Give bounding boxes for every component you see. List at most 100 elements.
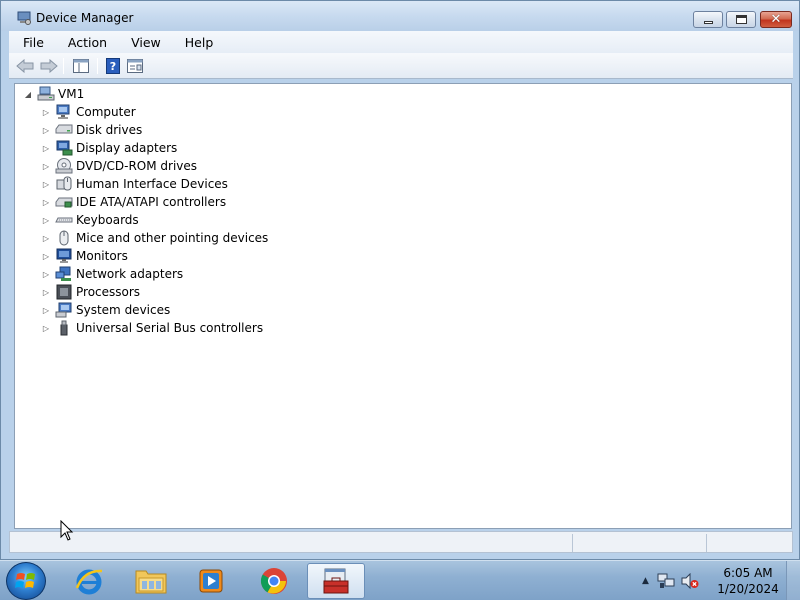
close-icon: ✕ (770, 12, 782, 27)
menu-view[interactable]: View (123, 35, 169, 50)
computer-root-icon (37, 86, 55, 102)
expand-icon[interactable]: ▷ (41, 126, 51, 135)
tree-item-system-devices[interactable]: ▷ System devices (41, 301, 170, 319)
maximize-button[interactable] (726, 11, 756, 28)
show-desktop-button[interactable] (786, 561, 800, 600)
taskbar-file-explorer[interactable] (122, 563, 180, 599)
expand-icon[interactable]: ▷ (41, 180, 51, 189)
taskbar: ▲ 6:05 AM 1/20/2024 (0, 560, 800, 600)
tree-item-processors[interactable]: ▷ Processors (41, 283, 140, 301)
tree-item-ide-ata-atapi-controllers[interactable]: ▷ IDE ATA/ATAPI controllers (41, 193, 226, 211)
hid-icon (55, 176, 73, 192)
tree-item-label: Mice and other pointing devices (76, 231, 269, 245)
expand-icon[interactable]: ▷ (41, 234, 51, 243)
tree-item-monitors[interactable]: ▷ Monitors (41, 247, 128, 265)
taskbar-clock[interactable]: 6:05 AM 1/20/2024 (715, 565, 781, 597)
disk-drive-icon (55, 122, 73, 138)
properties-button[interactable] (125, 57, 145, 75)
forward-button[interactable] (39, 57, 59, 75)
tree-item-label: Human Interface Devices (76, 177, 228, 191)
internet-explorer-icon (75, 569, 103, 595)
expand-icon[interactable]: ▷ (41, 198, 51, 207)
tree-item-disk-drives[interactable]: ▷ Disk drives (41, 121, 142, 139)
media-player-icon (199, 569, 223, 593)
back-arrow-icon (16, 59, 34, 73)
system-devices-icon (55, 302, 73, 318)
show-hidden-icons-icon[interactable]: ▲ (642, 576, 649, 586)
tree-item-label: IDE ATA/ATAPI controllers (76, 195, 227, 209)
monitor-icon (55, 248, 73, 264)
status-bar (9, 531, 793, 553)
tree-item-label: Network adapters (76, 267, 184, 281)
expand-icon[interactable]: ▷ (41, 216, 51, 225)
taskbar-device-manager[interactable] (307, 563, 365, 599)
back-button[interactable] (15, 57, 35, 75)
usb-icon (55, 320, 73, 336)
tree-item-label: System devices (76, 303, 171, 317)
computer-icon (55, 104, 73, 120)
help-icon: ? (106, 58, 120, 74)
expand-icon[interactable]: ▷ (41, 270, 51, 279)
clock-date: 1/20/2024 (717, 582, 779, 596)
minimize-icon (703, 21, 713, 24)
tree-item-label: Disk drives (76, 123, 143, 137)
properties-icon (127, 59, 143, 73)
expand-icon[interactable]: ▷ (41, 324, 51, 333)
taskbar-internet-explorer[interactable] (60, 563, 118, 599)
show-hide-console-tree-icon (73, 59, 89, 73)
menu-bar: File Action View Help (9, 31, 793, 53)
network-adapter-icon (55, 266, 73, 282)
expand-icon[interactable]: ▷ (41, 144, 51, 153)
taskbar-media-player[interactable] (182, 563, 240, 599)
tree-item-mice-and-other-pointing-devices[interactable]: ▷ Mice and other pointing devices (41, 229, 268, 247)
windows-logo-icon (15, 573, 35, 588)
dvd-drive-icon (55, 158, 73, 174)
toolbar: ? (9, 53, 793, 79)
device-manager-icon (17, 11, 31, 25)
tree-item-network-adapters[interactable]: ▷ Network adapters (41, 265, 183, 283)
expand-icon[interactable]: ▷ (41, 162, 51, 171)
tree-item-universal-serial-bus-controllers[interactable]: ▷ Universal Serial Bus controllers (41, 319, 263, 337)
menu-help[interactable]: Help (177, 35, 222, 50)
mouse-cursor-icon (60, 520, 74, 541)
device-tree-panel[interactable]: ◢ VM1 ▷ Computer ▷ Disk drives ▷ Display… (14, 83, 792, 529)
toolbar-separator (63, 58, 64, 74)
display-adapter-icon (55, 140, 73, 156)
title-bar[interactable]: Device Manager ✕ (1, 1, 799, 31)
mouse-icon (55, 230, 73, 246)
tree-root[interactable]: ◢ VM1 (23, 85, 84, 103)
tree-item-label: Processors (76, 285, 141, 299)
tree-item-human-interface-devices[interactable]: ▷ Human Interface Devices (41, 175, 228, 193)
tree-item-dvd-cd-rom-drives[interactable]: ▷ DVD/CD-ROM drives (41, 157, 197, 175)
tree-item-label: Keyboards (76, 213, 139, 227)
close-button[interactable]: ✕ (760, 11, 792, 28)
tree-item-computer[interactable]: ▷ Computer (41, 103, 136, 121)
expand-icon[interactable]: ▷ (41, 252, 51, 261)
volume-muted-icon[interactable] (681, 573, 699, 589)
expand-icon[interactable]: ▷ (41, 108, 51, 117)
network-tray-icon[interactable] (657, 573, 675, 589)
tree-item-label: Computer (76, 105, 136, 119)
tree-item-display-adapters[interactable]: ▷ Display adapters (41, 139, 177, 157)
tree-root-label: VM1 (58, 87, 85, 101)
maximize-icon (735, 15, 747, 24)
tree-item-label: Monitors (76, 249, 128, 263)
ide-controller-icon (55, 194, 73, 210)
expand-icon[interactable]: ▷ (41, 288, 51, 297)
menu-file[interactable]: File (15, 35, 52, 50)
system-tray: ▲ (642, 561, 699, 600)
status-divider (706, 534, 707, 552)
processor-icon (55, 284, 73, 300)
expand-icon[interactable]: ▷ (41, 306, 51, 315)
menu-action[interactable]: Action (60, 35, 115, 50)
taskbar-chrome[interactable] (245, 563, 303, 599)
status-divider (572, 534, 573, 552)
window-title: Device Manager (36, 11, 134, 25)
collapse-icon[interactable]: ◢ (23, 90, 33, 99)
minimize-button[interactable] (693, 11, 723, 28)
tree-item-keyboards[interactable]: ▷ Keyboards (41, 211, 139, 229)
show-hide-console-tree-button[interactable] (71, 57, 91, 75)
help-button[interactable]: ? (103, 57, 123, 75)
device-manager-window: Device Manager ✕ File Action View Help ?… (0, 0, 800, 560)
start-button[interactable] (6, 562, 46, 600)
